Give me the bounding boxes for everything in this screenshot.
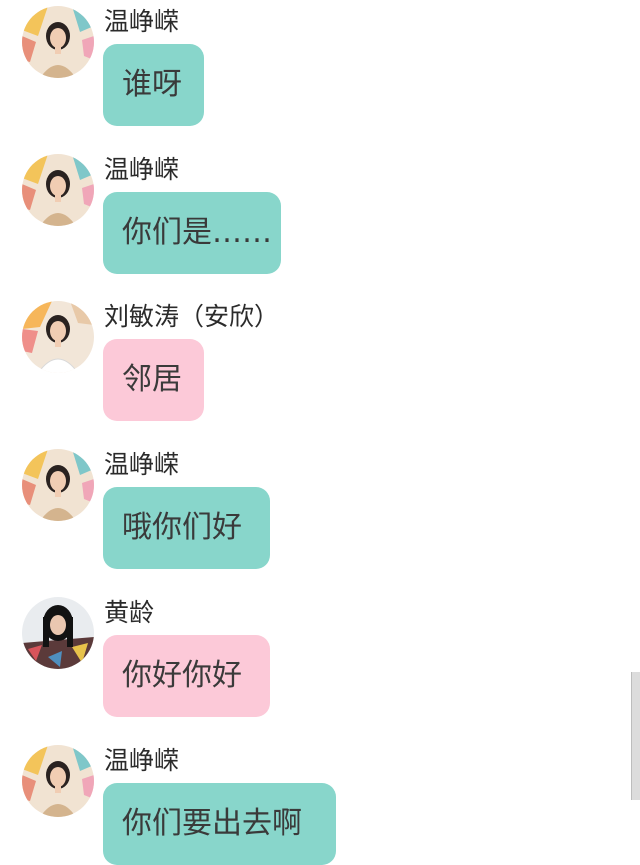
avatar-huang-ling[interactable] xyxy=(22,597,94,669)
sender-name: 黄龄 xyxy=(104,598,155,627)
sender-name: 温峥嵘 xyxy=(104,746,180,775)
avatar-wen-zhengrong[interactable] xyxy=(22,449,94,521)
avatar-wen-zhengrong[interactable] xyxy=(22,745,94,817)
chat-message-list: 温峥嵘 谁呀 温峥嵘 你们是…… 刘敏涛（安欣） 邻居 温峥嵘 哦你们好 黄龄 … xyxy=(0,0,640,865)
message-row: 温峥嵘 你们是…… xyxy=(0,148,620,288)
message-row: 温峥嵘 哦你们好 xyxy=(0,443,620,583)
avatar-liu-mintao[interactable] xyxy=(22,301,94,373)
avatar-wen-zhengrong[interactable] xyxy=(22,6,94,78)
sender-name: 温峥嵘 xyxy=(104,450,180,479)
message-bubble[interactable]: 邻居 xyxy=(103,339,204,421)
sender-name: 刘敏涛（安欣） xyxy=(104,302,280,331)
message-row: 黄龄 你好你好 xyxy=(0,591,620,731)
message-bubble[interactable]: 谁呀 xyxy=(103,44,204,126)
scrollbar[interactable] xyxy=(631,672,640,800)
message-bubble[interactable]: 你好你好 xyxy=(103,635,270,717)
avatar-wen-zhengrong[interactable] xyxy=(22,154,94,226)
message-row: 温峥嵘 你们要出去啊 xyxy=(0,739,620,865)
message-bubble[interactable]: 你们要出去啊 xyxy=(103,783,336,865)
message-row: 温峥嵘 谁呀 xyxy=(0,0,620,140)
message-bubble[interactable]: 哦你们好 xyxy=(103,487,270,569)
sender-name: 温峥嵘 xyxy=(104,7,180,36)
sender-name: 温峥嵘 xyxy=(104,155,180,184)
message-bubble[interactable]: 你们是…… xyxy=(103,192,281,274)
message-row: 刘敏涛（安欣） 邻居 xyxy=(0,295,620,435)
